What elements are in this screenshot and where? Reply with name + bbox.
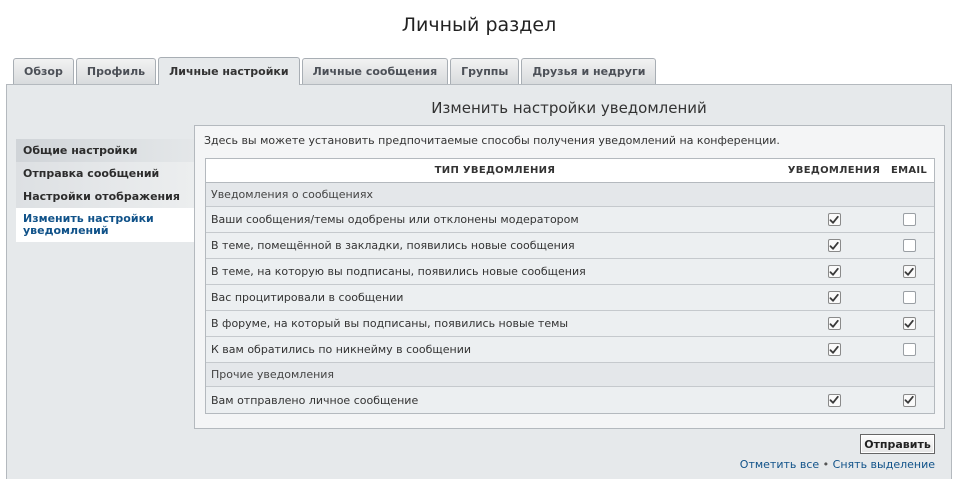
notification-type-label: Вас процитировали в сообщении: [211, 291, 404, 304]
link-separator: •: [822, 458, 830, 471]
group-header: Уведомления о сообщениях: [206, 183, 934, 207]
email-checkbox[interactable]: [902, 239, 916, 252]
notification-checkbox-cell: [784, 317, 884, 330]
notification-checkbox[interactable]: [827, 213, 841, 226]
tab-personal-settings[interactable]: Личные настройки: [158, 57, 300, 85]
email-checkbox[interactable]: [902, 213, 916, 226]
header-notifications: УВЕДОМЛЕНИЯ: [787, 165, 881, 176]
email-checkbox-cell: [884, 291, 934, 304]
email-checkbox-cell: [884, 343, 934, 356]
email-checkbox[interactable]: [902, 317, 916, 330]
email-checkbox-cell: [884, 213, 934, 226]
checkmark-icon: [904, 319, 914, 328]
notification-checkbox-cell: [784, 239, 884, 252]
notification-table: ТИП УВЕДОМЛЕНИЯ УВЕДОМЛЕНИЯ EMAIL Уведом…: [205, 158, 935, 414]
checkmark-icon: [829, 395, 839, 404]
email-checkbox[interactable]: [902, 343, 916, 356]
checkmark-icon: [829, 267, 839, 276]
table-body: Уведомления о сообщениях Ваши сообщения/т…: [206, 183, 934, 413]
notification-checkbox[interactable]: [827, 317, 841, 330]
checkmark-icon: [904, 267, 914, 276]
table-header: ТИП УВЕДОМЛЕНИЯ УВЕДОМЛЕНИЯ EMAIL: [206, 159, 934, 183]
notification-settings-box: Здесь вы можете установить предпочитаемы…: [194, 125, 945, 429]
notification-type-label: К вам обратились по никнейму в сообщении: [211, 343, 472, 356]
unmark-all-link[interactable]: Снять выделение: [833, 458, 935, 471]
table-row: В теме, на которую вы подписаны, появили…: [206, 259, 934, 285]
sidebar-item-display[interactable]: Настройки отображения: [16, 185, 194, 208]
tab-profile[interactable]: Профиль: [75, 58, 157, 84]
header-email: EMAIL: [890, 165, 928, 176]
table-row: В теме, помещённой в закладки, появились…: [206, 233, 934, 259]
email-checkbox[interactable]: [902, 291, 916, 304]
checkmark-icon: [829, 215, 839, 224]
notification-checkbox-cell: [784, 393, 884, 407]
intro-text: Здесь вы можете установить предпочитаемы…: [204, 134, 780, 147]
notification-type-label: Ваши сообщения/темы одобрены или отклоне…: [211, 213, 579, 226]
sidebar-item-general-settings[interactable]: Общие настройки: [16, 139, 194, 162]
notification-checkbox-cell: [784, 291, 884, 304]
notification-checkbox[interactable]: [827, 265, 841, 278]
submit-button[interactable]: Отправить: [860, 434, 935, 454]
notification-checkbox-cell: [784, 265, 884, 278]
tab-bar: Обзор Профиль Личные настройки Личные со…: [13, 57, 658, 85]
group-header: Прочие уведомления: [206, 363, 934, 387]
mark-links: Отметить все • Снять выделение: [740, 458, 935, 471]
notification-type-label: В теме, на которую вы подписаны, появили…: [211, 265, 586, 278]
notification-type-label: В теме, помещённой в закладки, появились…: [211, 239, 575, 252]
sidebar-menu: Общие настройки Отправка сообщений Настр…: [16, 139, 194, 242]
notification-checkbox[interactable]: [827, 291, 841, 304]
checkmark-icon: [904, 395, 914, 404]
email-checkbox-cell: [884, 317, 934, 330]
notification-checkbox-cell: [784, 343, 884, 356]
table-row: Вам отправлено личное сообщение: [206, 387, 934, 413]
tab-groups[interactable]: Группы: [450, 58, 520, 84]
notification-type-label: В форуме, на который вы подписаны, появи…: [211, 317, 569, 330]
notification-checkbox[interactable]: [827, 393, 841, 407]
checkmark-icon: [829, 241, 839, 250]
tab-private-messages[interactable]: Личные сообщения: [301, 58, 449, 84]
checkmark-icon: [829, 293, 839, 302]
email-checkbox[interactable]: [902, 393, 916, 407]
table-row: К вам обратились по никнейму в сообщении: [206, 337, 934, 363]
tab-friends-foes[interactable]: Друзья и недруги: [521, 58, 657, 84]
email-checkbox-cell: [884, 239, 934, 252]
notification-checkbox[interactable]: [827, 239, 841, 252]
section-title: Изменить настройки уведомлений: [431, 99, 707, 117]
header-type: ТИП УВЕДОМЛЕНИЯ: [434, 165, 556, 176]
notification-checkbox-cell: [784, 213, 884, 226]
checkmark-icon: [829, 319, 839, 328]
mark-all-link[interactable]: Отметить все: [740, 458, 819, 471]
table-row: В форуме, на который вы подписаны, появи…: [206, 311, 934, 337]
sidebar-item-posting[interactable]: Отправка сообщений: [16, 162, 194, 185]
email-checkbox-cell: [884, 265, 934, 278]
sidebar-item-notifications[interactable]: Изменить настройки уведомлений: [16, 208, 194, 242]
table-row: Вас процитировали в сообщении: [206, 285, 934, 311]
checkmark-icon: [829, 345, 839, 354]
email-checkbox[interactable]: [902, 265, 916, 278]
email-checkbox-cell: [884, 393, 934, 407]
notification-checkbox[interactable]: [827, 343, 841, 356]
page-title: Личный раздел: [401, 14, 557, 36]
tab-overview[interactable]: Обзор: [13, 58, 74, 84]
notification-type-label: Вам отправлено личное сообщение: [211, 393, 419, 407]
table-row: Ваши сообщения/темы одобрены или отклоне…: [206, 207, 934, 233]
